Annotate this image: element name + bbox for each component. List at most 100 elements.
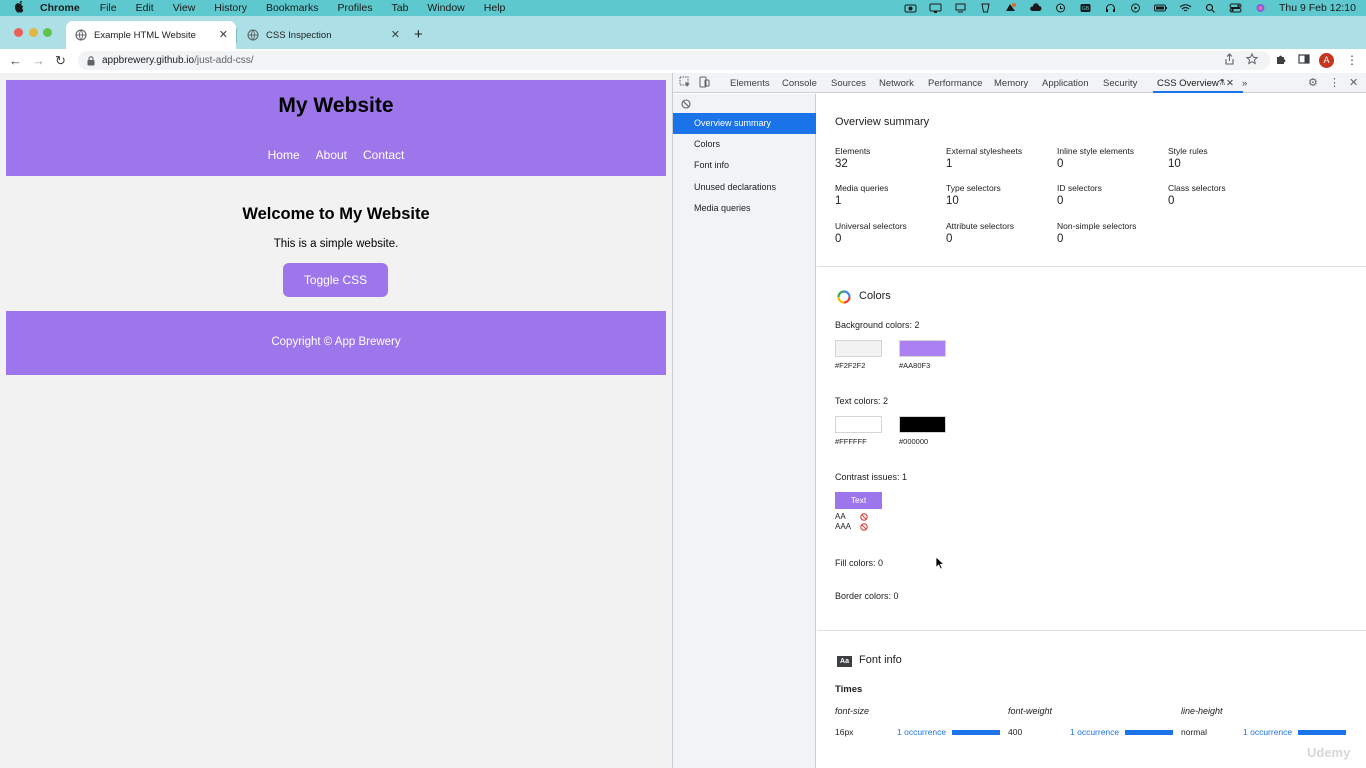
cloud-icon[interactable] xyxy=(1029,3,1042,13)
wifi-icon[interactable] xyxy=(1179,3,1192,13)
stat-value: 0 xyxy=(835,233,842,245)
play-icon[interactable] xyxy=(1129,3,1142,13)
nav-link-contact[interactable]: Contact xyxy=(363,148,404,162)
color-swatch-aa80f3[interactable] xyxy=(899,340,946,357)
menu-file[interactable]: File xyxy=(100,2,117,14)
contrast-level-aa: AA xyxy=(835,512,846,521)
menu-bar-clock[interactable]: Thu 9 Feb 12:10 xyxy=(1279,2,1356,14)
share-icon[interactable] xyxy=(1224,53,1235,68)
screen-icon[interactable] xyxy=(954,3,967,13)
fail-icon xyxy=(860,523,868,531)
swatch-hex-label: #F2F2F2 xyxy=(835,361,866,370)
devtools-tab-sources[interactable]: Sources xyxy=(831,78,866,89)
notification-app-icon[interactable] xyxy=(1004,3,1017,13)
side-panel-icon[interactable] xyxy=(1298,53,1310,68)
new-tab-icon[interactable]: + xyxy=(414,26,423,43)
close-tab-icon[interactable]: ✕ xyxy=(1226,78,1234,89)
occurrence-link[interactable]: 1 occurrence xyxy=(1243,727,1292,737)
keyboard-icon[interactable]: GB xyxy=(1079,3,1092,13)
spotlight-search-icon[interactable] xyxy=(1204,3,1217,13)
toggle-css-button[interactable]: Toggle CSS xyxy=(283,263,388,297)
colors-section-title: Colors xyxy=(859,290,891,302)
devtools-tab-bar: Elements Console Sources Network Perform… xyxy=(673,73,1366,93)
close-devtools-icon[interactable]: ✕ xyxy=(1349,76,1358,89)
browser-tab-active[interactable]: Example HTML Website ✕ xyxy=(66,21,236,49)
menu-tab[interactable]: Tab xyxy=(391,2,408,14)
site-heading: Welcome to My Website xyxy=(242,205,430,223)
chrome-menu-icon[interactable]: ⋮ xyxy=(1346,53,1358,67)
apple-menu-icon[interactable] xyxy=(14,0,28,16)
sidebar-item-media-queries[interactable]: Media queries xyxy=(673,198,816,219)
occurrence-bar xyxy=(1125,730,1173,735)
close-window-button[interactable] xyxy=(14,28,23,37)
nav-link-home[interactable]: Home xyxy=(268,148,300,162)
back-arrow-icon[interactable]: ← xyxy=(9,53,22,68)
bitbucket-icon[interactable] xyxy=(979,3,992,13)
sidebar-item-overview-summary[interactable]: Overview summary xyxy=(673,113,816,134)
reload-icon[interactable]: ↻ xyxy=(55,53,66,69)
close-tab-icon[interactable]: ✕ xyxy=(219,28,228,41)
devtools-tab-application[interactable]: Application xyxy=(1042,78,1088,89)
nav-link-about[interactable]: About xyxy=(316,148,347,162)
sidebar-item-colors[interactable]: Colors xyxy=(673,134,816,155)
sidebar-item-font-info[interactable]: Font info xyxy=(673,155,816,176)
lock-icon[interactable] xyxy=(87,55,95,66)
stat-value: 1 xyxy=(946,158,953,170)
color-swatch-f2f2f2[interactable] xyxy=(835,340,882,357)
devtools-tab-memory[interactable]: Memory xyxy=(994,78,1028,89)
devtools-tab-security[interactable]: Security xyxy=(1103,78,1137,89)
time-machine-icon[interactable] xyxy=(1054,3,1067,13)
headphones-icon[interactable] xyxy=(1104,3,1117,13)
occurrence-link[interactable]: 1 occurrence xyxy=(1070,727,1119,737)
devtools-menu-icon[interactable]: ⋮ xyxy=(1329,76,1340,89)
devtools-tab-performance[interactable]: Performance xyxy=(928,78,982,89)
siri-icon[interactable] xyxy=(1254,3,1267,13)
menu-help[interactable]: Help xyxy=(484,2,506,14)
devtools-tab-network[interactable]: Network xyxy=(879,78,914,89)
menu-app-name[interactable]: Chrome xyxy=(40,2,80,14)
extensions-icon[interactable] xyxy=(1275,53,1287,68)
section-divider xyxy=(817,630,1366,631)
clear-overview-icon[interactable] xyxy=(681,99,691,109)
stat-style-rules: Style rules 10 xyxy=(1168,146,1208,170)
color-swatch-000000[interactable] xyxy=(899,416,946,433)
profile-avatar[interactable]: A xyxy=(1319,53,1334,68)
menu-view[interactable]: View xyxy=(173,2,196,14)
inspect-element-icon[interactable] xyxy=(679,76,691,88)
device-toolbar-icon[interactable] xyxy=(698,76,710,88)
display-icon[interactable] xyxy=(929,3,942,13)
minimize-window-button[interactable] xyxy=(29,28,38,37)
stat-value: 0 xyxy=(946,233,953,245)
stat-class-selectors: Class selectors 0 xyxy=(1168,183,1226,207)
menu-profiles[interactable]: Profiles xyxy=(337,2,372,14)
close-tab-icon[interactable]: ✕ xyxy=(391,28,400,41)
browser-tab-inactive[interactable]: CSS Inspection ✕ xyxy=(236,21,408,49)
maximize-window-button[interactable] xyxy=(43,28,52,37)
menu-history[interactable]: History xyxy=(214,2,247,14)
settings-gear-icon[interactable]: ⚙ xyxy=(1308,76,1318,89)
forward-arrow-icon[interactable]: → xyxy=(32,53,45,68)
stat-label: Non-simple selectors xyxy=(1057,221,1137,231)
stat-label: Inline style elements xyxy=(1057,146,1135,156)
line-height-header: line-height xyxy=(1181,706,1223,716)
camera-icon[interactable] xyxy=(904,3,917,13)
bookmark-star-icon[interactable] xyxy=(1245,52,1259,68)
battery-icon[interactable] xyxy=(1153,3,1167,13)
stat-label: Style rules xyxy=(1168,146,1208,156)
devtools-tab-elements[interactable]: Elements xyxy=(730,78,770,89)
devtools-tab-css-overview[interactable]: CSS Overview xyxy=(1157,78,1219,89)
menu-edit[interactable]: Edit xyxy=(136,2,154,14)
control-center-icon[interactable] xyxy=(1229,3,1242,13)
sidebar-item-unused-declarations[interactable]: Unused declarations xyxy=(673,177,816,198)
globe-icon xyxy=(247,29,259,41)
menu-window[interactable]: Window xyxy=(427,2,464,14)
font-size-header: font-size xyxy=(835,706,870,716)
color-swatch-ffffff[interactable] xyxy=(835,416,882,433)
contrast-issue-chip[interactable]: Text xyxy=(835,492,882,509)
devtools-tab-console[interactable]: Console xyxy=(782,78,817,89)
more-tabs-chevron-icon[interactable]: » xyxy=(1242,78,1247,89)
occurrence-link[interactable]: 1 occurrence xyxy=(897,727,946,737)
menu-bookmarks[interactable]: Bookmarks xyxy=(266,2,319,14)
address-bar[interactable]: appbrewery.github.io/just-add-css/ xyxy=(78,51,1270,70)
font-family-name: Times xyxy=(835,684,863,695)
